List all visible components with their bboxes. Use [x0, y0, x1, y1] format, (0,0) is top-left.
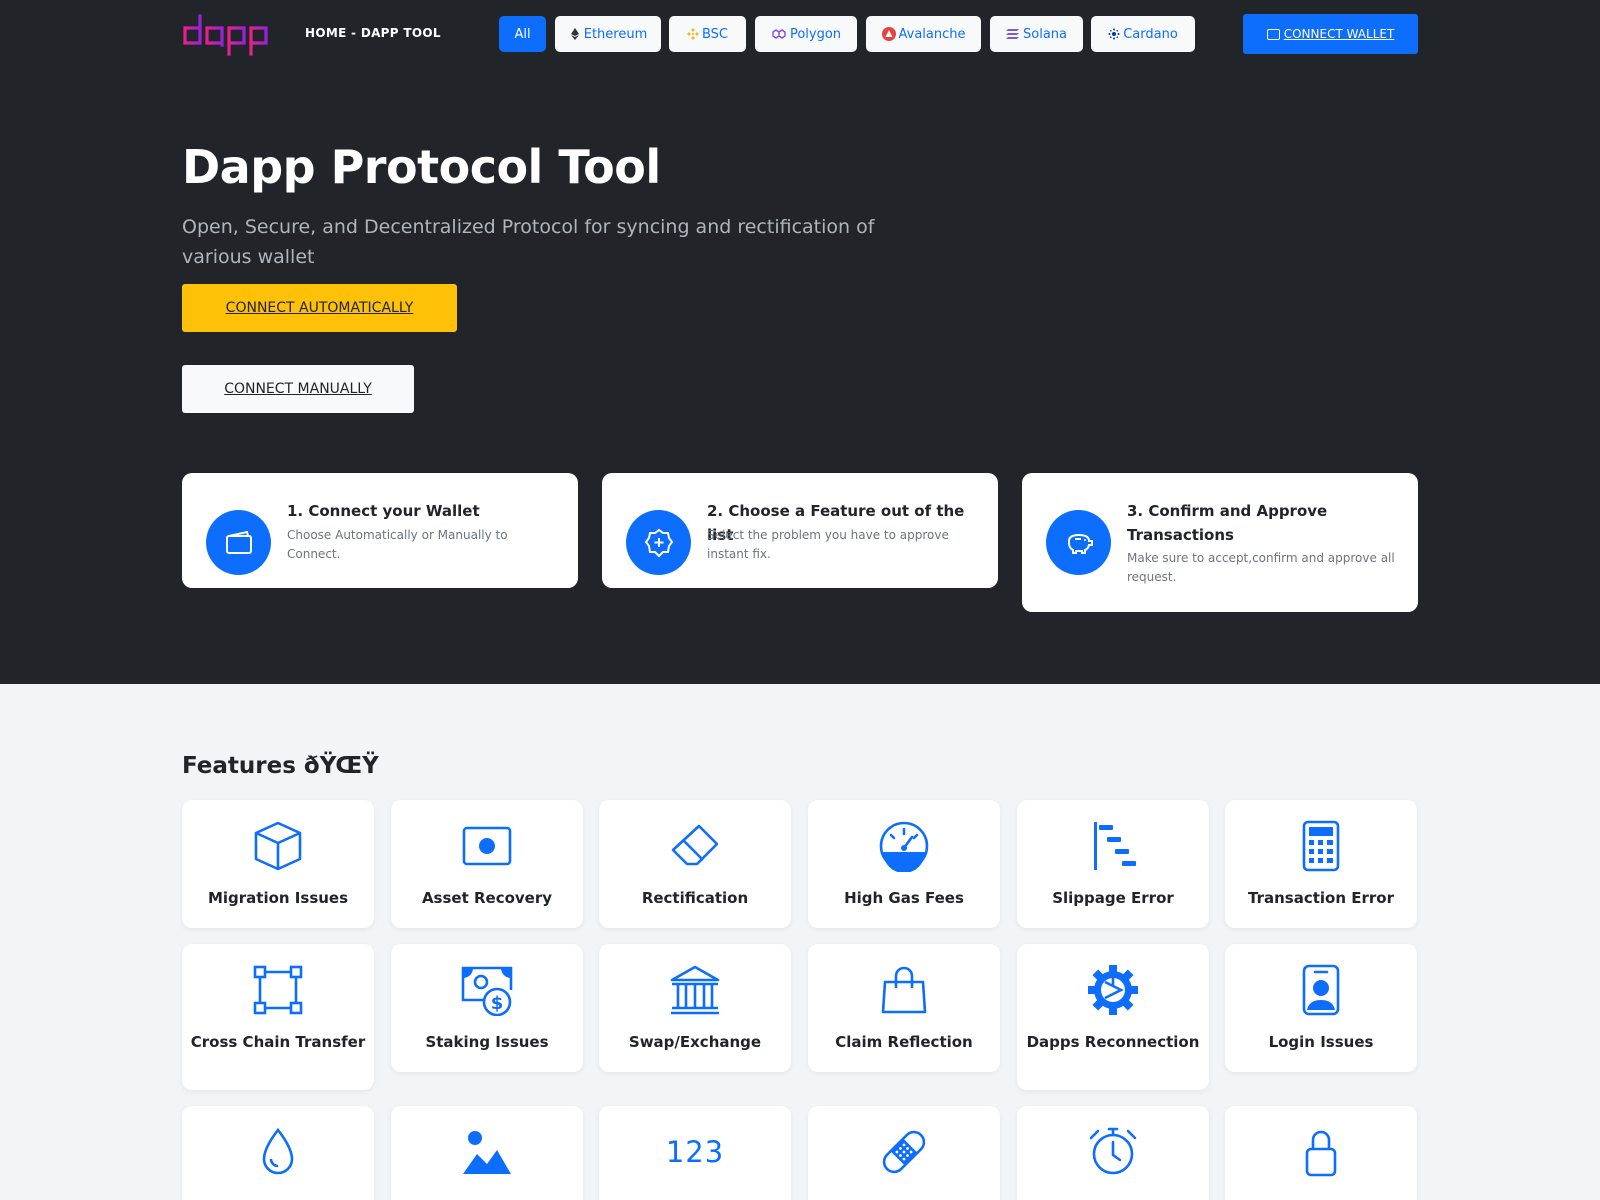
feature-label: Asset Recovery — [421, 889, 553, 907]
step-card-confirm: 3. Confirm and Approve Transactions Make… — [1022, 473, 1418, 612]
number-icon-text: 123 — [665, 1135, 725, 1169]
page-title: Dapp Protocol Tool — [182, 140, 661, 194]
person-badge-icon — [1225, 964, 1417, 1016]
feature-label: Claim Reflection — [835, 1033, 973, 1051]
feature-card[interactable] — [182, 1106, 374, 1200]
chain-filter-bsc[interactable]: BSC — [669, 16, 746, 52]
chain-filter-avalanche[interactable]: Avalanche — [866, 16, 981, 52]
feature-rectification[interactable]: Rectification — [599, 800, 791, 928]
step-description: Select the problem you have to approve i… — [707, 528, 949, 561]
feature-cross-chain-transfer[interactable]: Cross Chain Transfer — [182, 944, 374, 1090]
feature-slippage-error[interactable]: Slippage Error — [1017, 800, 1209, 928]
avalanche-icon — [881, 27, 896, 41]
feature-label: Migration Issues — [207, 889, 349, 907]
polygon-icon — [771, 28, 787, 40]
feature-card[interactable] — [1225, 1106, 1417, 1200]
hero-section: HOME - DAPP TOOL All Ethereum BSC Polygo… — [0, 0, 1600, 684]
chain-filter-label: Ethereum — [583, 26, 648, 42]
connect-manually-button[interactable]: CONNECT MANUALLY — [182, 365, 414, 413]
feature-card[interactable] — [391, 1106, 583, 1200]
svg-text:$: $ — [491, 993, 504, 1014]
ethereum-icon — [569, 28, 581, 40]
lock-icon — [1225, 1126, 1417, 1178]
home-link[interactable]: HOME - DAPP TOOL — [305, 26, 441, 40]
chain-filter-ethereum[interactable]: Ethereum — [555, 16, 661, 52]
step-title: 1. Connect your Wallet — [287, 502, 480, 520]
step-description: Make sure to accept,confirm and approve … — [1127, 551, 1395, 584]
feature-card[interactable] — [1017, 1106, 1209, 1200]
connect-wallet-label: CONNECT WALLET — [1283, 27, 1395, 41]
feature-asset-recovery[interactable]: Asset Recovery — [391, 800, 583, 928]
cardano-icon — [1108, 28, 1120, 40]
feature-label: Rectification — [641, 889, 749, 907]
piggy-bank-icon — [1046, 510, 1111, 575]
feature-label: Slippage Error — [1052, 889, 1174, 907]
gear-icon — [1017, 964, 1209, 1016]
feature-label: Swap/Exchange — [628, 1033, 762, 1051]
plus-badge-icon — [626, 510, 691, 575]
droplet-icon — [182, 1126, 374, 1178]
alarm-icon — [1017, 1126, 1209, 1178]
feature-claim-reflection[interactable]: Claim Reflection — [808, 944, 1000, 1072]
feature-login-issues[interactable]: Login Issues — [1225, 944, 1417, 1072]
feature-card[interactable]: 123 — [599, 1106, 791, 1200]
connect-automatically-button[interactable]: CONNECT AUTOMATICALLY — [182, 284, 457, 332]
bank-icon — [599, 964, 791, 1016]
number-icon: 123 — [599, 1126, 791, 1178]
step-card-connect: 1. Connect your Wallet Choose Automatica… — [182, 473, 578, 588]
chain-filter-polygon[interactable]: Polygon — [755, 16, 857, 52]
page-subtitle: Open, Secure, and Decentralized Protocol… — [182, 216, 875, 268]
feature-label: Transaction Error — [1248, 889, 1394, 907]
wallet-icon — [1266, 28, 1280, 40]
bsc-icon — [686, 28, 699, 40]
chain-filter-cardano[interactable]: Cardano — [1091, 16, 1195, 52]
eraser-icon — [599, 820, 791, 872]
feature-label: Login Issues — [1268, 1033, 1374, 1051]
chain-filter-solana[interactable]: Solana — [990, 16, 1083, 52]
feature-transaction-error[interactable]: Transaction Error — [1225, 800, 1417, 928]
chain-filter-label: Solana — [1023, 26, 1067, 42]
feature-high-gas-fees[interactable]: High Gas Fees — [808, 800, 1000, 928]
step-card-choose-feature: 2. Choose a Feature out of the list Sele… — [602, 473, 998, 588]
chain-filter-label: Polygon — [789, 26, 842, 42]
connect-wallet-button[interactable]: CONNECT WALLET — [1243, 14, 1418, 54]
chain-filter-all[interactable]: All — [499, 16, 546, 52]
bounding-box-icon — [182, 964, 374, 1016]
step-description: Choose Automatically or Manually to Conn… — [287, 528, 508, 561]
chain-filter-label: Avalanche — [898, 26, 966, 42]
chain-filter-label: Cardano — [1123, 26, 1178, 42]
bandage-icon — [808, 1126, 1000, 1178]
feature-label: Dapps Reconnection — [1026, 1033, 1200, 1051]
feature-label: Cross Chain Transfer — [190, 1033, 366, 1051]
box-icon — [182, 820, 374, 872]
solana-icon — [1006, 28, 1020, 40]
feature-migration-issues[interactable]: Migration Issues — [182, 800, 374, 928]
features-heading: Features ðŸŒŸ — [182, 753, 379, 779]
feature-dapps-reconnection[interactable]: Dapps Reconnection — [1017, 944, 1209, 1090]
bag-icon — [808, 964, 1000, 1016]
feature-label: Staking Issues — [425, 1033, 549, 1051]
wallet-icon — [206, 510, 271, 575]
calculator-icon — [1225, 820, 1417, 872]
dapp-logo[interactable] — [182, 12, 272, 56]
cash-coin-icon: $ — [391, 964, 583, 1016]
record-icon — [391, 820, 583, 872]
feature-card[interactable] — [808, 1106, 1000, 1200]
feature-label: High Gas Fees — [844, 889, 964, 907]
bar-chart-steps-icon — [1017, 820, 1209, 872]
feature-staking-issues[interactable]: $ Staking Issues — [391, 944, 583, 1072]
image-icon — [391, 1126, 583, 1178]
feature-swap-exchange[interactable]: Swap/Exchange — [599, 944, 791, 1072]
speedometer-icon — [808, 820, 1000, 872]
chain-filter-label: All — [514, 26, 531, 42]
step-title: 3. Confirm and Approve Transactions — [1127, 502, 1328, 544]
chain-filter-label: BSC — [701, 26, 729, 42]
